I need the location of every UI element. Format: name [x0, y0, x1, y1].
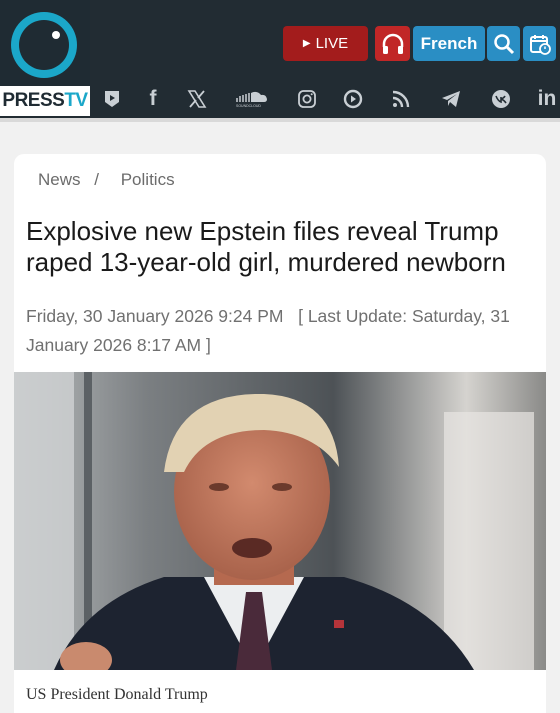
facebook-icon[interactable]: f: [141, 86, 165, 112]
breadcrumb: News / Politics: [38, 170, 175, 190]
breadcrumb-separator: /: [94, 170, 99, 189]
logo-wordmark: PRESSTV: [0, 86, 90, 116]
calendar-button[interactable]: [523, 26, 556, 61]
radio-button[interactable]: [375, 26, 410, 61]
instagram-icon[interactable]: [295, 86, 319, 112]
headphones-icon: [382, 33, 403, 54]
vk-icon[interactable]: [488, 86, 514, 112]
article-dateline: Friday, 30 January 2026 9:24 PM [ Last U…: [26, 302, 538, 360]
site-header: PRESSTV ▶ LIVE French f SOUNDCLOUD in: [0, 0, 560, 118]
search-button[interactable]: [487, 26, 520, 61]
update-suffix: ]: [206, 335, 211, 355]
x-icon[interactable]: [184, 86, 210, 112]
header-divider: [0, 118, 560, 122]
play-icon: ▶: [302, 38, 311, 49]
update-prefix: [ Last Update:: [298, 306, 408, 326]
breadcrumb-politics-link[interactable]: Politics: [121, 170, 175, 189]
rss-icon[interactable]: [389, 86, 413, 112]
linkedin-icon[interactable]: in: [534, 86, 560, 112]
soundcloud-icon[interactable]: SOUNDCLOUD: [232, 86, 272, 112]
article-photo: [14, 372, 546, 670]
breadcrumb-news-link[interactable]: News: [38, 170, 81, 189]
language-button[interactable]: French: [413, 26, 485, 61]
article-card: News / Politics Explosive new Epstein fi…: [14, 154, 546, 713]
site-logo[interactable]: PRESSTV: [0, 0, 90, 116]
calendar-icon: [529, 34, 551, 55]
youtube-icon[interactable]: [100, 86, 124, 112]
article-title: Explosive new Epstein files reveal Trump…: [26, 216, 506, 277]
publish-date: Friday, 30 January 2026 9:24 PM: [26, 306, 284, 326]
live-button[interactable]: ▶ LIVE: [283, 26, 368, 61]
live-label: LIVE: [315, 35, 349, 52]
image-caption: US President Donald Trump: [26, 686, 208, 703]
logo-emblem-icon: [11, 12, 77, 78]
telegram-icon[interactable]: [438, 86, 464, 112]
rumble-icon[interactable]: [341, 86, 365, 112]
search-icon: [493, 33, 514, 54]
svg-text:SOUNDCLOUD: SOUNDCLOUD: [236, 104, 261, 108]
